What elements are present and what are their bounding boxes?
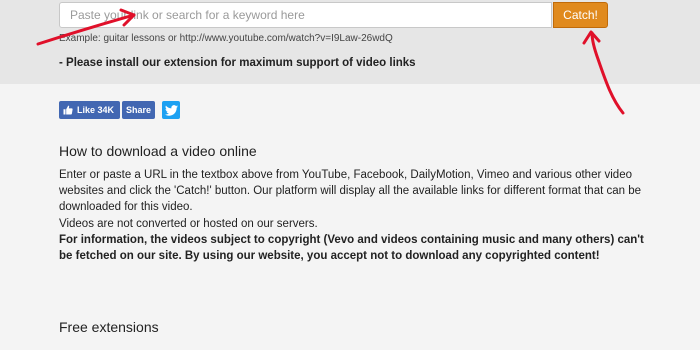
search-example-hint: Example: guitar lessons or http://www.yo… [59,33,393,44]
facebook-like-button[interactable]: Like 34K [59,101,120,119]
search-input[interactable] [59,2,552,28]
twitter-share-button[interactable] [162,101,180,119]
howto-heading: How to download a video online [59,143,257,159]
howto-paragraph: Enter or paste a URL in the textbox abov… [59,169,642,214]
thumbs-up-icon [63,105,73,115]
twitter-bird-icon [164,104,178,116]
howto-description: Enter or paste a URL in the textbox abov… [59,167,659,264]
extension-notice: - Please install our extension for maxim… [59,57,416,69]
facebook-share-button[interactable]: Share [122,101,155,119]
extensions-heading: Free extensions [59,319,159,335]
facebook-like-label: Like 34K [77,105,115,115]
catch-button[interactable]: Catch! [553,2,608,28]
copyright-warning: For information, the videos subject to c… [59,233,644,263]
hosting-note: Videos are not converted or hosted on ou… [59,217,318,230]
facebook-share-label: Share [125,105,151,115]
